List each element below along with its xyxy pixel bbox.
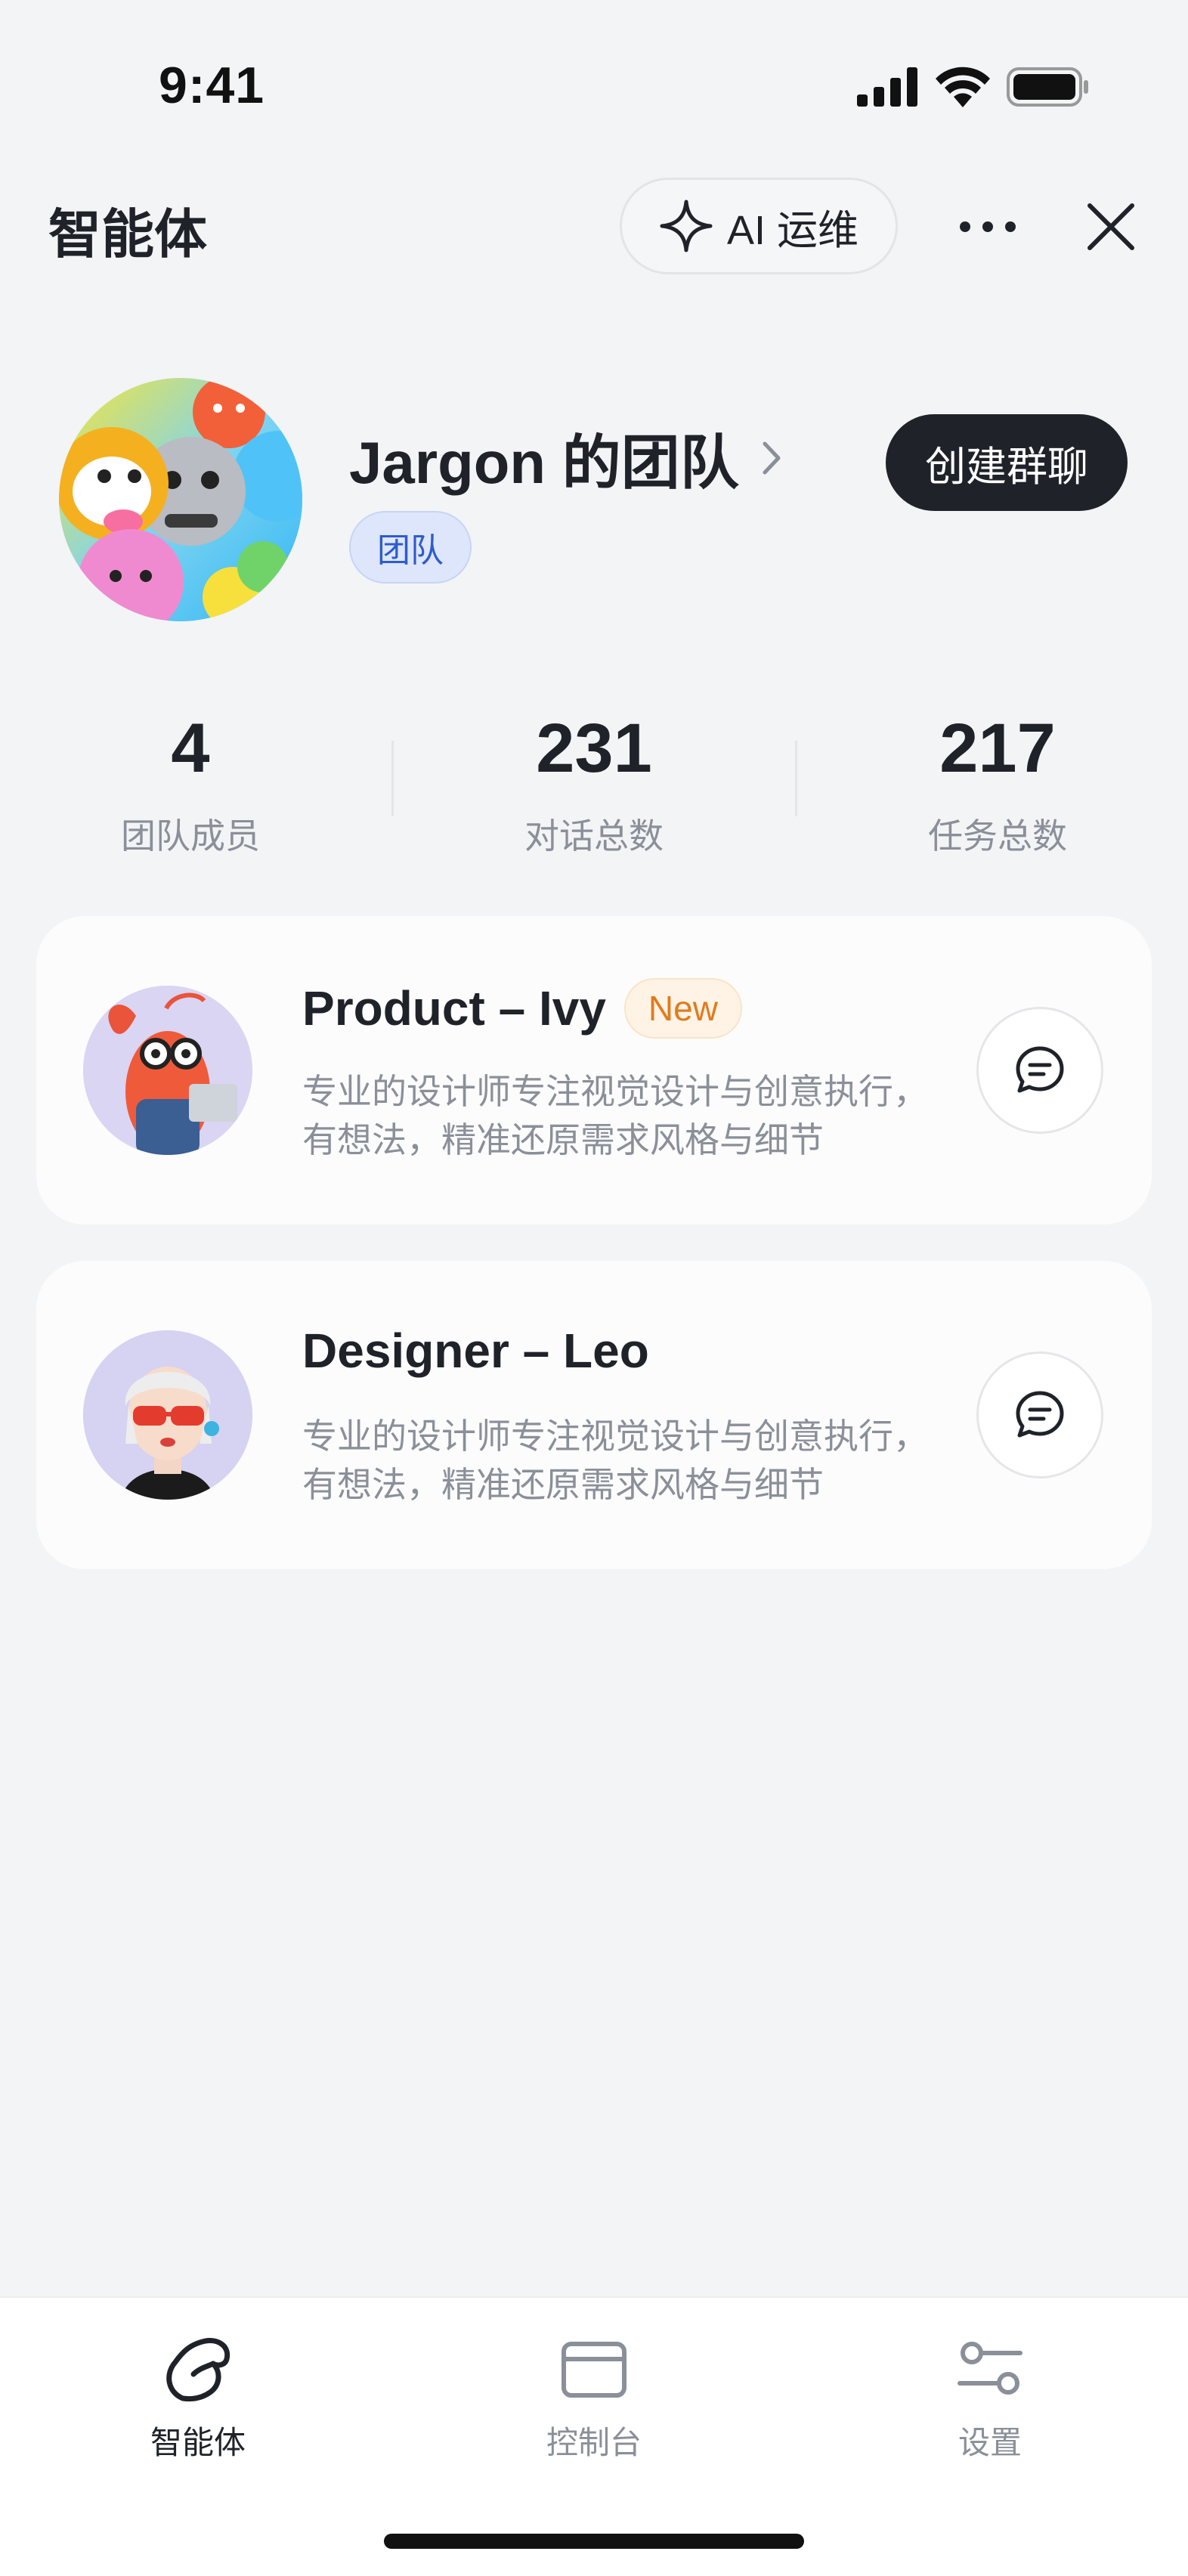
stat-value: 4 — [171, 710, 210, 787]
chat-button[interactable] — [976, 1351, 1103, 1478]
stat-label: 对话总数 — [524, 816, 664, 856]
create-group-chat-button[interactable]: 创建群聊 — [886, 414, 1128, 511]
console-icon — [552, 2328, 636, 2411]
stat-label: 任务总数 — [928, 816, 1067, 856]
tab-settings[interactable]: 设置 — [877, 2328, 1103, 2463]
agent-avatar — [83, 1330, 252, 1500]
agent-name: Product – Ivy — [302, 981, 606, 1036]
agent-description: 专业的设计师专注视觉设计与创意执行，有想法，精准还原需求风格与细节 — [302, 1072, 928, 1160]
team-name: Jargon 的团队 — [349, 429, 739, 496]
stats-row: 4 团队成员 231 对话总数 217 任务总数 — [0, 703, 1188, 862]
stat-value: 231 — [536, 710, 652, 787]
close-button[interactable] — [1073, 189, 1149, 265]
sparkle-icon — [660, 200, 713, 252]
agent-icon — [156, 2328, 240, 2411]
status-icons — [857, 67, 1090, 107]
close-icon — [1087, 203, 1134, 250]
status-bar: 9:41 — [0, 0, 1188, 151]
tab-label: 设置 — [958, 2425, 1022, 2460]
stat-value: 217 — [939, 710, 1056, 787]
chat-bubble-icon — [1016, 1391, 1064, 1438]
team-badge: 团队 — [349, 511, 472, 584]
settings-icon — [948, 2328, 1032, 2411]
header: 智能体 AI 运维 — [0, 174, 1188, 280]
stat-divider — [795, 741, 797, 816]
tab-label: 控制台 — [546, 2425, 642, 2460]
agent-avatar — [83, 986, 252, 1155]
tab-label: 智能体 — [150, 2425, 246, 2460]
more-button[interactable] — [954, 189, 1022, 265]
team-section: Jargon 的团队 团队 创建群聊 — [0, 378, 1188, 627]
cellular-signal-icon — [857, 67, 917, 107]
page-title: 智能体 — [48, 205, 207, 264]
stat-label: 团队成员 — [121, 816, 260, 856]
more-icon — [960, 221, 1016, 232]
ai-ops-label: AI 运维 — [726, 207, 859, 253]
stat-members: 4 团队成员 — [32, 703, 349, 859]
chat-bubble-icon — [1016, 1046, 1064, 1093]
agent-name-row: Product – Ivy New — [302, 978, 742, 1039]
ai-ops-button[interactable]: AI 运维 — [620, 178, 898, 274]
team-avatar[interactable] — [59, 378, 302, 621]
stat-divider — [391, 741, 394, 816]
stat-tasks: 217 任务总数 — [839, 703, 1156, 859]
chevron-right-icon — [763, 441, 781, 475]
agent-name-row: Designer – Leo — [302, 1323, 649, 1379]
agent-description: 专业的设计师专注视觉设计与创意执行，有想法，精准还原需求风格与细节 — [302, 1416, 928, 1504]
agent-name: Designer – Leo — [302, 1324, 649, 1378]
tab-console[interactable]: 控制台 — [481, 2328, 707, 2463]
team-name-link[interactable]: Jargon 的团队 — [349, 416, 783, 500]
tab-agents[interactable]: 智能体 — [85, 2328, 311, 2463]
agent-card[interactable]: Product – Ivy New 专业的设计师专注视觉设计与创意执行，有想法，… — [36, 916, 1152, 1225]
stat-conversations: 231 对话总数 — [435, 703, 753, 859]
agent-card[interactable]: Designer – Leo 专业的设计师专注视觉设计与创意执行，有想法，精准还… — [36, 1261, 1152, 1569]
new-badge: New — [623, 978, 742, 1039]
chat-button[interactable] — [976, 1007, 1103, 1134]
home-indicator — [384, 2534, 804, 2549]
wifi-icon — [936, 67, 990, 107]
status-time: 9:41 — [159, 57, 265, 114]
battery-icon — [1007, 67, 1088, 107]
